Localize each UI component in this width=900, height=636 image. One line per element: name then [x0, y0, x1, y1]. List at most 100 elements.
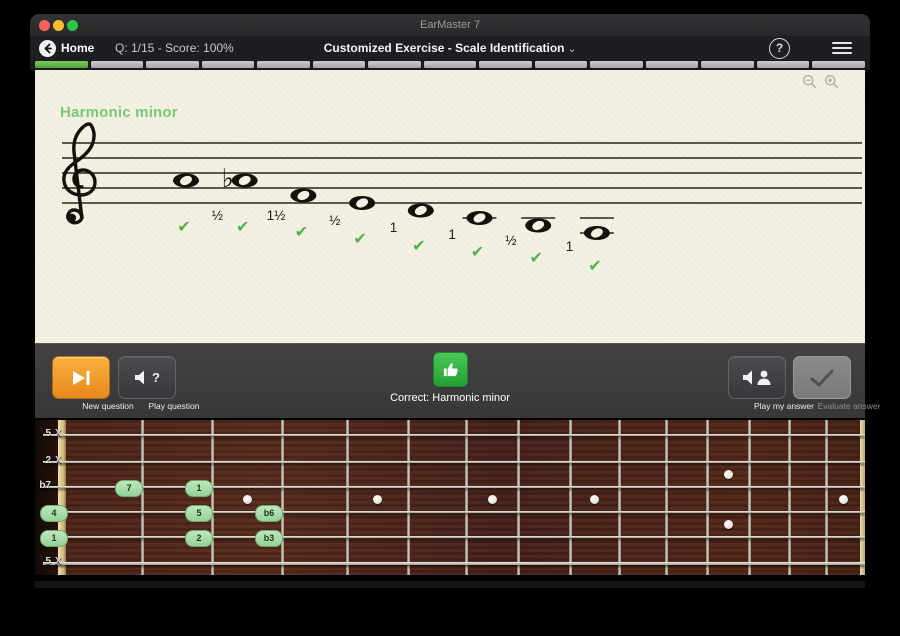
whole-note [349, 196, 375, 210]
interval-label: 1 [390, 220, 398, 235]
interval-label: 1½ [267, 208, 286, 223]
fret-wire [141, 420, 144, 575]
staff-lines [62, 143, 862, 203]
inlay-dot [724, 470, 733, 479]
play-my-answer-button[interactable] [728, 356, 786, 399]
zoom-in-icon[interactable] [824, 74, 839, 89]
open-string-degree-label: 2 [35, 455, 51, 466]
control-bar: New question ? Play question Correct: Ha… [35, 343, 865, 419]
correct-check-icon: ✔ [295, 224, 308, 241]
help-button[interactable]: ? [769, 38, 790, 59]
correct-check-icon: ✔ [236, 219, 249, 236]
fret-wire [407, 420, 410, 575]
progress-segment [257, 61, 310, 68]
notation-area: Harmonic minor ✔♭✔✔✔✔✔✔✔½1½½11½1 [35, 70, 865, 343]
scale-degree-marker-7[interactable]: 7 [115, 480, 143, 497]
progress-segments [35, 61, 865, 68]
interval-label: ½ [505, 233, 516, 248]
fret-wire [281, 420, 284, 575]
correct-check-icon: ✔ [353, 231, 366, 248]
correct-check-icon: ✔ [529, 250, 542, 267]
guitar-fretboard[interactable]: 5X2Xb744115X715b62b3 [35, 420, 865, 575]
fret-wire [825, 420, 828, 575]
wood-grain [58, 420, 865, 575]
evaluate-answer-label: Evaluate answer [794, 401, 900, 411]
progress-segment [646, 61, 699, 68]
flat-accidental: ♭ [222, 163, 234, 193]
evaluate-answer-button[interactable] [793, 356, 851, 399]
open-string-degree-label: b7 [35, 480, 51, 491]
progress-segment [202, 61, 255, 68]
progress-bar [30, 60, 870, 70]
earmaster-window: EarMaster 7 Home Q: 1/15 - Score: 100% C… [30, 14, 870, 584]
window-title: EarMaster 7 [30, 14, 870, 36]
fret-wire [618, 420, 621, 575]
scale-degree-marker-1[interactable]: 1 [185, 480, 213, 497]
whole-note [408, 204, 434, 218]
correct-check-icon: ✔ [412, 238, 425, 255]
progress-segment [812, 61, 865, 68]
menu-button[interactable] [832, 42, 852, 55]
progress-segment [590, 61, 643, 68]
fret-wire [346, 420, 349, 575]
open-string-degree-label: 5 [35, 556, 51, 567]
correct-check-icon: ✔ [177, 219, 190, 236]
inlay-dot [488, 495, 497, 504]
thumbs-up-icon [433, 352, 468, 387]
scale-degree-marker-1[interactable]: 1 [40, 530, 68, 547]
interval-label: 1 [566, 239, 574, 254]
muted-string-x-icon: X [55, 556, 62, 567]
progress-segment [146, 61, 199, 68]
progress-segment [757, 61, 810, 68]
whole-note [463, 211, 497, 225]
interval-label: ½ [329, 213, 340, 228]
inlay-dot [590, 495, 599, 504]
guitar-string-1[interactable] [43, 434, 865, 436]
check-icon [809, 368, 835, 388]
whole-note [580, 218, 614, 240]
fret-wire [748, 420, 751, 575]
exercise-title-dropdown[interactable]: Customized Exercise - Scale Identificati… [30, 36, 870, 60]
inlay-dot [839, 495, 848, 504]
navbar: Home Q: 1/15 - Score: 100% Customized Ex… [30, 36, 870, 60]
scale-degree-marker-2[interactable]: 2 [185, 530, 213, 547]
progress-segment [368, 61, 421, 68]
interval-label: 1 [448, 227, 456, 242]
fret-wire [665, 420, 668, 575]
staff-canvas: ✔♭✔✔✔✔✔✔✔½1½½11½1 [35, 70, 865, 343]
fretboard-section: 5X2Xb744115X715b62b3 [35, 418, 865, 581]
scale-degree-marker-4[interactable]: 4 [40, 505, 68, 522]
fret-wire [569, 420, 572, 575]
correct-check-icon: ✔ [471, 244, 484, 261]
screen-background: EarMaster 7 Home Q: 1/15 - Score: 100% C… [0, 0, 900, 636]
guitar-string-5[interactable] [43, 536, 865, 539]
progress-segment [479, 61, 532, 68]
speaker-icon [743, 370, 752, 384]
inlay-dot [373, 495, 382, 504]
scale-degree-marker-b3[interactable]: b3 [255, 530, 283, 547]
scale-degree-marker-b6[interactable]: b6 [255, 505, 283, 522]
string-label-gutter [35, 420, 58, 575]
progress-segment [91, 61, 144, 68]
titlebar: EarMaster 7 [30, 14, 870, 36]
zoom-out-icon[interactable] [802, 74, 817, 89]
guitar-nut [58, 420, 66, 575]
interval-label: ½ [212, 208, 223, 223]
inlay-dot [243, 495, 252, 504]
person-icon [758, 371, 771, 385]
progress-segment [424, 61, 477, 68]
inlay-dot [724, 520, 733, 529]
muted-string-x-icon: X [55, 428, 62, 439]
progress-segment-done [35, 61, 88, 68]
guitar-string-2[interactable] [43, 461, 865, 463]
window-bottom-edge [35, 581, 865, 588]
whole-note [173, 174, 199, 188]
whole-note [521, 218, 555, 233]
muted-string-x-icon: X [55, 455, 62, 466]
guitar-string-6[interactable] [43, 562, 865, 565]
guitar-string-3[interactable] [43, 486, 865, 488]
scale-degree-marker-5[interactable]: 5 [185, 505, 213, 522]
open-string-degree-label: 5 [35, 428, 51, 439]
guitar-string-4[interactable] [43, 511, 865, 513]
progress-segment [313, 61, 366, 68]
